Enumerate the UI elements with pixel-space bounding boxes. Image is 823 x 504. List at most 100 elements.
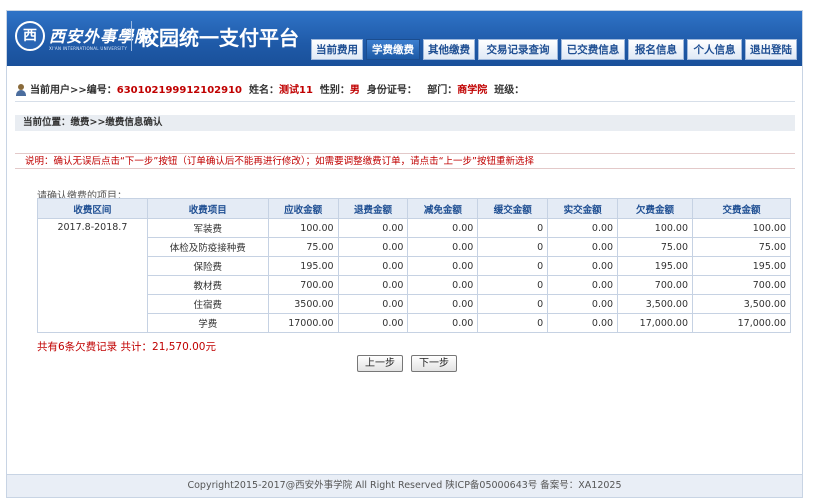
paid-amount: 0.00: [547, 294, 619, 314]
table-row: 学费 17000.00 0.00 0.00 0 0.00 17,000.00 1…: [38, 313, 791, 333]
paid-amount: 0.00: [547, 218, 619, 238]
payment-amount: 100.00: [692, 218, 791, 238]
user-id-label: 当前用户>>编号：: [30, 85, 117, 96]
amount-due: 3500.00: [267, 294, 339, 314]
fee-table: 收费区间 收费项目 应收金额 退费金额 减免金额 缓交金额 实交金额 欠费金额 …: [37, 198, 791, 333]
fee-item: 军装费: [146, 218, 269, 238]
deferred-amount: 0: [477, 313, 549, 333]
refund-amount: 0.00: [337, 218, 409, 238]
user-idcard-label: 身份证号：: [366, 85, 417, 96]
deferred-amount: 0: [477, 256, 549, 276]
arrears-amount: 700.00: [617, 275, 694, 295]
prev-step-button[interactable]: 上一步: [357, 355, 403, 372]
user-info-bar: 当前用户>>编号：630102199912102910 姓名：测试11 性别：男…: [15, 81, 795, 99]
column-header: 减免金额: [407, 198, 479, 219]
deferred-amount: 0: [477, 218, 549, 238]
user-dept: 商学院: [457, 85, 488, 96]
nav-transaction-query[interactable]: 交易记录查询: [478, 39, 558, 60]
nav-registration-info[interactable]: 报名信息: [628, 39, 684, 60]
fee-item: 教材费: [146, 275, 269, 295]
deferred-amount: 0: [477, 275, 549, 295]
paid-amount: 0.00: [547, 275, 619, 295]
payment-amount: 75.00: [692, 237, 791, 257]
user-id: 630102199912102910: [116, 85, 243, 96]
amount-due: 100.00: [267, 218, 339, 238]
amount-due: 17000.00: [267, 313, 339, 333]
waiver-amount: 0.00: [407, 218, 479, 238]
nav-other-payment[interactable]: 其他缴费: [423, 39, 475, 60]
fee-item: 学费: [146, 313, 269, 333]
column-header: 应收金额: [267, 198, 339, 219]
waiver-amount: 0.00: [407, 275, 479, 295]
nav-logout[interactable]: 退出登陆: [745, 39, 797, 60]
user-dept-label: 部门：: [427, 85, 458, 96]
table-header-row: 收费区间 收费项目 应收金额 退费金额 减免金额 缓交金额 实交金额 欠费金额 …: [37, 198, 791, 219]
table-row: 保险费 195.00 0.00 0.00 0 0.00 195.00 195.0…: [38, 256, 791, 276]
payment-amount: 17,000.00: [692, 313, 791, 333]
table-row: 体检及防疫接种费 75.00 0.00 0.00 0 0.00 75.00 75…: [38, 237, 791, 257]
paid-amount: 0.00: [547, 313, 619, 333]
site-header: 西 西安外事學院 XI'AN INTERNATIONAL UNIVERSITY …: [7, 11, 802, 66]
arrears-amount: 75.00: [617, 237, 694, 257]
user-name-label: 姓名：: [248, 85, 279, 96]
paid-amount: 0.00: [547, 237, 619, 257]
column-header: 实交金额: [547, 198, 619, 219]
refund-amount: 0.00: [337, 294, 409, 314]
school-english-name: XI'AN INTERNATIONAL UNIVERSITY: [49, 46, 128, 51]
school-emblem-icon: 西: [15, 21, 45, 51]
amount-due: 195.00: [267, 256, 339, 276]
amount-due: 700.00: [267, 275, 339, 295]
table-row: 教材费 700.00 0.00 0.00 0 0.00 700.00 700.0…: [38, 275, 791, 295]
waiver-amount: 0.00: [407, 294, 479, 314]
paid-amount: 0.00: [547, 256, 619, 276]
payment-amount: 700.00: [692, 275, 791, 295]
divider: [15, 101, 795, 102]
footer-copyright: Copyright2015-2017@西安外事学院 All Right Rese…: [7, 474, 802, 497]
user-name: 测试11: [278, 85, 313, 96]
nav-current-fees[interactable]: 当前费用: [311, 39, 363, 60]
instruction-notice: 说明：确认无误后点击“下一步”按钮（订单确认后不能再进行修改）；如需要调整缴费订…: [15, 153, 795, 169]
arrears-amount: 3,500.00: [617, 294, 694, 314]
arrears-amount: 195.00: [617, 256, 694, 276]
school-logo: 西 西安外事學院 XI'AN INTERNATIONAL UNIVERSITY: [15, 21, 150, 57]
site-title: 校园统一支付平台: [139, 26, 299, 50]
fee-item: 保险费: [146, 256, 269, 276]
user-gender: 男: [349, 85, 360, 96]
column-header: 交费金额: [692, 198, 791, 219]
refund-amount: 0.00: [337, 313, 409, 333]
amount-due: 75.00: [267, 237, 339, 257]
logo-divider: [131, 21, 132, 51]
page-frame: 西 西安外事學院 XI'AN INTERNATIONAL UNIVERSITY …: [6, 10, 803, 498]
waiver-amount: 0.00: [407, 313, 479, 333]
next-step-button[interactable]: 下一步: [411, 355, 457, 372]
user-gender-label: 性别：: [319, 85, 350, 96]
waiver-amount: 0.00: [407, 256, 479, 276]
nav-paid-info[interactable]: 已交费信息: [561, 39, 625, 60]
nav-tuition-payment[interactable]: 学费缴费: [366, 39, 420, 60]
payment-amount: 195.00: [692, 256, 791, 276]
column-header: 欠费金额: [617, 198, 694, 219]
user-icon: [15, 84, 27, 96]
user-class-label: 班级：: [494, 85, 525, 96]
table-row: 住宿费 3500.00 0.00 0.00 0 0.00 3,500.00 3,…: [38, 294, 791, 314]
deferred-amount: 0: [477, 294, 549, 314]
column-header: 收费区间: [37, 198, 148, 219]
arrears-amount: 100.00: [617, 218, 694, 238]
breadcrumb: 当前位置：缴费>>缴费信息确认: [15, 115, 795, 131]
arrears-summary: 共有6条欠费记录 共计：21,570.00元: [37, 341, 216, 353]
refund-amount: 0.00: [337, 275, 409, 295]
column-header: 退费金额: [337, 198, 409, 219]
refund-amount: 0.00: [337, 256, 409, 276]
fee-item: 体检及防疫接种费: [146, 237, 269, 257]
refund-amount: 0.00: [337, 237, 409, 257]
table-row: 2017.8-2018.7 军装费 100.00 0.00 0.00 0 0.0…: [37, 218, 791, 333]
column-header: 缓交金额: [477, 198, 549, 219]
school-name: 西安外事學院: [49, 27, 152, 46]
payment-amount: 3,500.00: [692, 294, 791, 314]
fee-item: 住宿费: [146, 294, 269, 314]
nav-personal-info[interactable]: 个人信息: [687, 39, 742, 60]
column-header: 收费项目: [146, 198, 269, 219]
arrears-amount: 17,000.00: [617, 313, 694, 333]
deferred-amount: 0: [477, 237, 549, 257]
fee-period: 2017.8-2018.7: [37, 218, 148, 333]
